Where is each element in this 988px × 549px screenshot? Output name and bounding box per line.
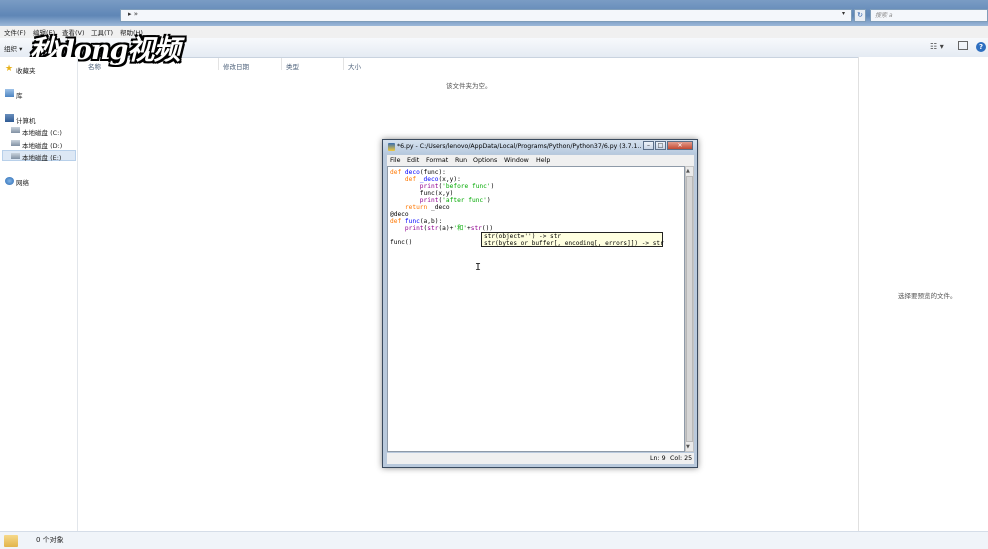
calltip-line: str(bytes_or_buffer[, encoding[, errors]… [484, 240, 664, 247]
scroll-up-icon[interactable]: ▲ [686, 168, 690, 174]
folder-icon [4, 535, 18, 547]
code-line: print(str(a)+'和'+str()) [390, 225, 494, 232]
library-icon [5, 89, 14, 97]
idle-menu-format[interactable]: Format [426, 157, 448, 164]
refresh-icon[interactable]: ↻ [854, 9, 866, 22]
column-modified[interactable]: 修改日期 [223, 61, 249, 71]
drive-c-icon [11, 127, 20, 133]
idle-menu-run[interactable]: Run [455, 157, 467, 164]
code-line: @deco [390, 211, 409, 218]
idle-window-title: *6.py - C:/Users/lenovo/AppData/Local/Pr… [397, 143, 641, 150]
empty-folder-message: 该文件夹为空。 [446, 82, 492, 90]
code-line: def _deco(x,y): [390, 176, 461, 183]
view-options-icon[interactable]: ☷ ▾ [930, 42, 944, 51]
nav-drive-d[interactable]: 本地磁盘 (D:) [22, 140, 62, 150]
column-name[interactable]: 名称 [88, 61, 101, 71]
calltip-tooltip: str(object='') -> str str(bytes_or_buffer… [481, 232, 664, 247]
address-bar[interactable] [120, 9, 852, 22]
code-line: print('before func') [390, 183, 495, 190]
network-icon [5, 177, 14, 185]
preview-pane-icon[interactable] [958, 41, 968, 50]
nav-favorites[interactable]: 收藏夹 [16, 65, 36, 75]
python-icon [388, 143, 395, 151]
organize-button[interactable]: 组织 ▾ [4, 43, 22, 53]
item-count: 0 个对象 [36, 536, 64, 544]
calltip-line: str(object='') -> str [484, 233, 562, 240]
scrollbar-thumb[interactable] [686, 176, 693, 442]
idle-menu-options[interactable]: Options [473, 157, 497, 164]
idle-menu-help[interactable]: Help [536, 157, 550, 164]
column-type[interactable]: 类型 [286, 61, 299, 71]
code-line: def func(a,b): [390, 218, 443, 225]
column-indicator: Col: 25 [670, 455, 693, 462]
address-breadcrumb-arrow[interactable]: ▸ » [128, 10, 138, 18]
preview-message: 选择要预览的文件。 [898, 292, 957, 300]
idle-menu-edit[interactable]: Edit [407, 157, 419, 164]
mouse-cursor-icon: I [475, 262, 482, 273]
address-dropdown-icon[interactable]: ▾ [842, 10, 845, 17]
search-input[interactable]: 搜索 a [870, 9, 988, 22]
line-indicator: Ln: 9 [650, 455, 666, 462]
column-size[interactable]: 大小 [348, 61, 361, 71]
nav-libraries[interactable]: 库 [16, 90, 23, 100]
drive-d-icon [11, 140, 20, 146]
close-button[interactable]: ✕ [667, 141, 693, 150]
column-divider[interactable] [281, 58, 282, 70]
minimize-button[interactable]: – [643, 141, 654, 150]
column-divider[interactable] [343, 58, 344, 70]
menu-file[interactable]: 文件(F) [4, 27, 26, 37]
star-icon: ★ [5, 64, 14, 74]
column-divider[interactable] [218, 58, 219, 70]
nav-network[interactable]: 网络 [16, 177, 29, 187]
drive-e-icon [11, 153, 20, 159]
code-line: print('after func') [390, 197, 491, 204]
nav-drive-c[interactable]: 本地磁盘 (C:) [22, 127, 62, 137]
code-line: func() [390, 239, 413, 246]
idle-status-bar [387, 453, 694, 464]
scroll-down-icon[interactable]: ▼ [686, 444, 690, 450]
code-line: def deco(func): [390, 169, 446, 176]
status-bar [0, 531, 988, 549]
maximize-button[interactable]: □ [655, 141, 666, 150]
code-line: func(x,y) [390, 190, 454, 197]
nav-drive-e[interactable]: 本地磁盘 (E:) [22, 152, 61, 162]
idle-menu-file[interactable]: File [390, 157, 401, 164]
help-icon[interactable]: ? [976, 42, 986, 52]
computer-icon [5, 114, 14, 122]
code-line: return _deco [390, 204, 450, 211]
nav-computer[interactable]: 计算机 [16, 115, 36, 125]
idle-menu-window[interactable]: Window [504, 157, 529, 164]
